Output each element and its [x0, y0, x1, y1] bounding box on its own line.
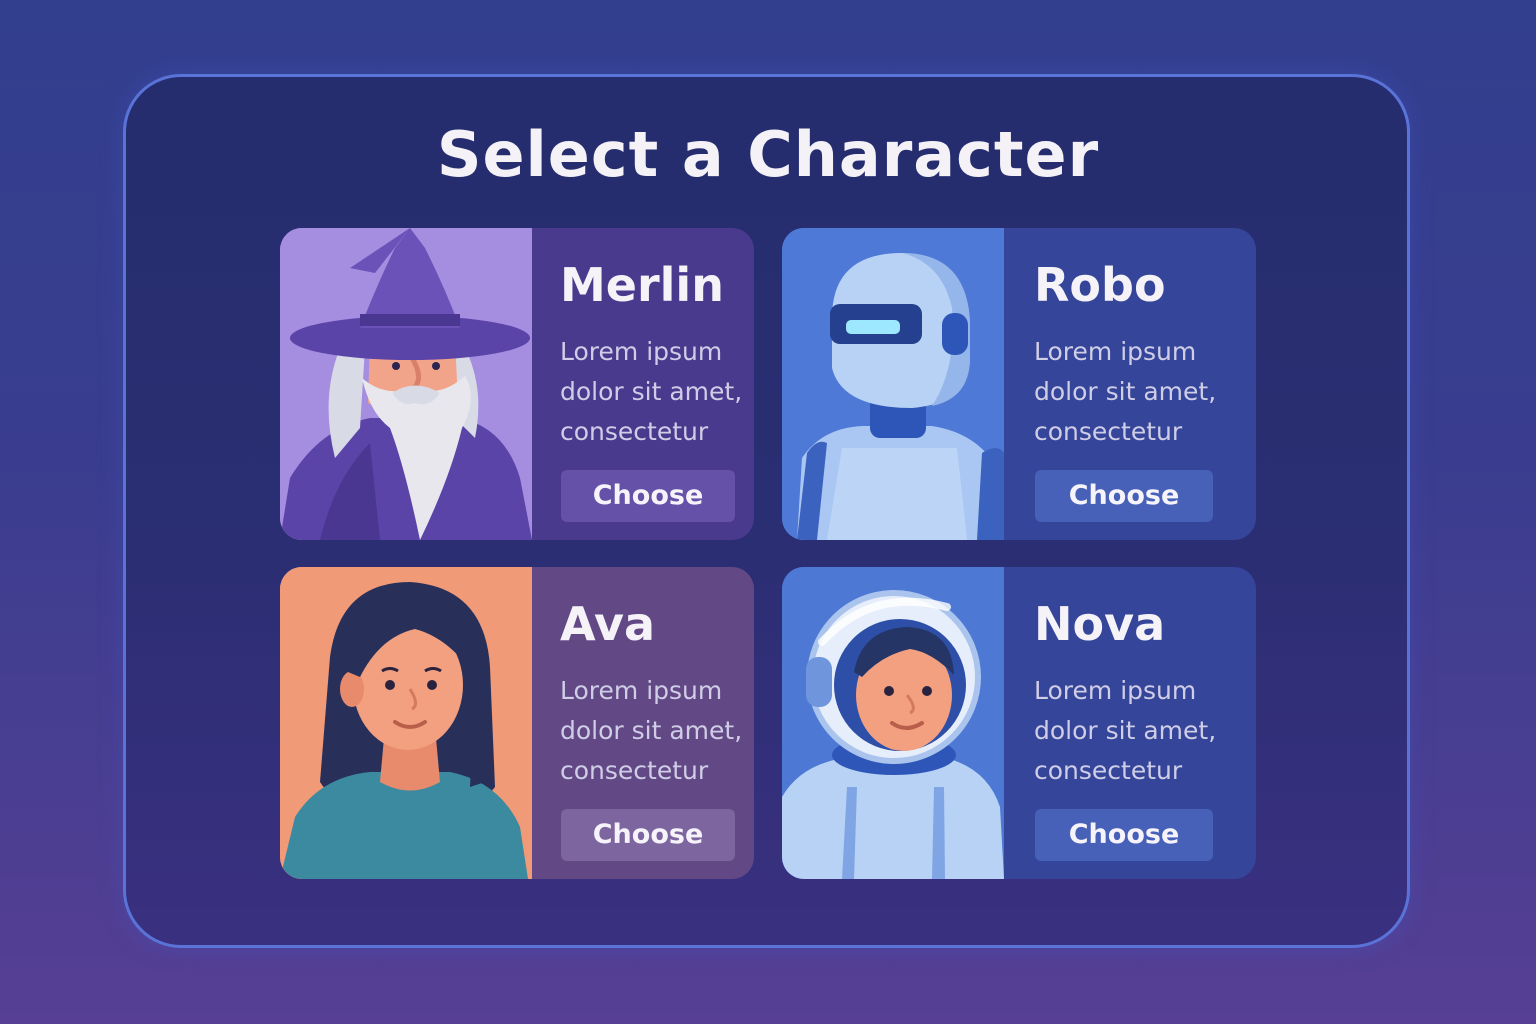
character-description: Lorem ipsum dolor sit amet, consectetur [560, 676, 743, 785]
character-name: Ava [560, 597, 655, 651]
character-card-robo[interactable]: Robo Lorem ipsum dolor sit amet, consect… [782, 228, 1256, 540]
choose-merlin-button[interactable]: Choose [561, 470, 735, 522]
character-info-nova: Nova Lorem ipsum dolor sit amet, consect… [1004, 567, 1256, 879]
character-info-robo: Robo Lorem ipsum dolor sit amet, consect… [1004, 228, 1256, 540]
choose-nova-button[interactable]: Choose [1035, 809, 1213, 861]
page-title: Select a Character [436, 118, 1100, 191]
character-description: Lorem ipsum dolor sit amet, consectetur [1034, 337, 1217, 446]
character-info-merlin: Merlin Lorem ipsum dolor sit amet, conse… [532, 228, 754, 540]
character-name: Robo [1034, 258, 1166, 312]
character-description: Lorem ipsum dolor sit amet, consectetur [560, 337, 743, 446]
character-description: Lorem ipsum dolor sit amet, consectetur [1034, 676, 1217, 785]
astronaut-portrait-icon [782, 567, 1004, 879]
woman-portrait-icon [280, 567, 532, 879]
choose-robo-button[interactable]: Choose [1035, 470, 1213, 522]
wizard-portrait-icon [280, 228, 532, 540]
character-name: Merlin [560, 258, 724, 312]
character-info-ava: Ava Lorem ipsum dolor sit amet, consecte… [532, 567, 754, 879]
choose-ava-button[interactable]: Choose [561, 809, 735, 861]
robot-portrait-icon [782, 228, 1004, 540]
character-card-ava[interactable]: Ava Lorem ipsum dolor sit amet, consecte… [280, 567, 754, 879]
character-card-nova[interactable]: Nova Lorem ipsum dolor sit amet, consect… [782, 567, 1256, 879]
character-name: Nova [1034, 597, 1166, 651]
character-card-merlin[interactable]: Merlin Lorem ipsum dolor sit amet, conse… [280, 228, 754, 540]
